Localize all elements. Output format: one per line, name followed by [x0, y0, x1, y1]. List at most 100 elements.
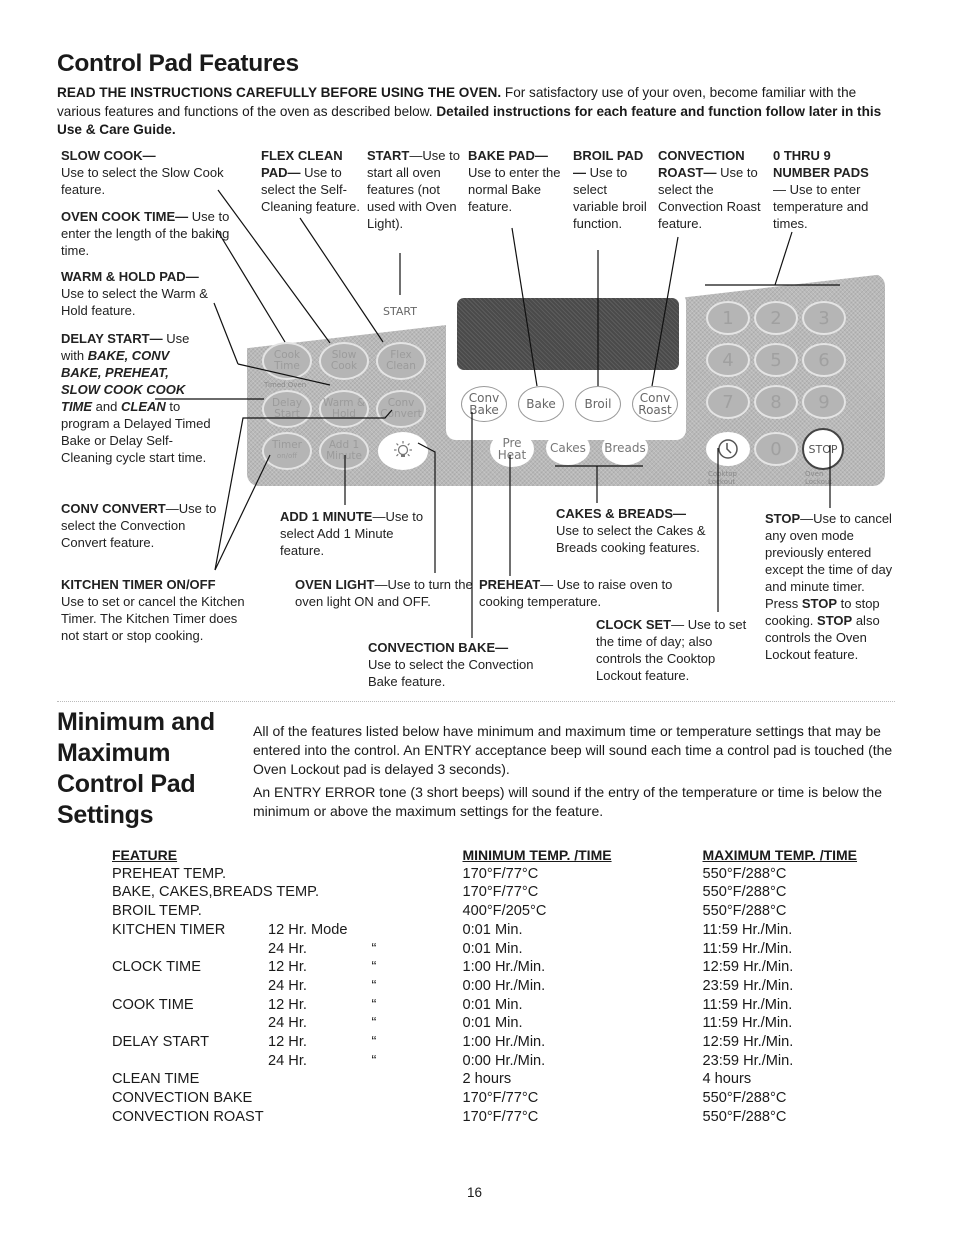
number-pad-4[interactable]: 4 — [706, 343, 750, 377]
table-row: CLOCK TIME 12 Hr. “ 1:00 Hr./Min. 12:59 Hr./… — [112, 958, 857, 977]
row-feature: COOK TIME — [112, 996, 194, 1013]
number-pad-6[interactable]: 6 — [802, 343, 846, 377]
row-mode — [268, 902, 348, 921]
table-row: PREHEAT TEMP. 170°F/77°C 550°F/288°C — [112, 865, 857, 884]
row-feature: CONVECTION ROAST — [112, 1108, 264, 1125]
warm-hold-pad[interactable]: Warm & Hold — [319, 390, 369, 428]
callout-title: CLOCK SET — [596, 617, 672, 632]
callout-title: OVEN LIGHT — [295, 577, 375, 592]
bake-pad[interactable]: Bake — [518, 386, 564, 422]
table-row: 24 Hr. “ 0:00 Hr./Min. 23:59 Hr./Min. — [112, 977, 857, 996]
callout-convection-roast: CONVECTION ROAST— Use to select the Conv… — [658, 147, 773, 232]
callout-cakes-breads: CAKES & BREADS— Use to select the Cakes &… — [556, 505, 716, 556]
number-pad-9[interactable]: 9 — [802, 385, 846, 419]
row-feature: PREHEAT TEMP. — [112, 865, 227, 882]
number-pad-5[interactable]: 5 — [754, 343, 798, 377]
add-1-minute-pad[interactable]: Add 1 Minute — [319, 432, 369, 470]
callout-emphasis: CLEAN — [120, 399, 166, 414]
row-minimum: 0:01 Min. — [462, 1015, 523, 1032]
callout-title: OVEN COOK TIME— — [61, 209, 189, 224]
row-maximum: 4 hours — [702, 1071, 752, 1088]
row-maximum: 550°F/288°C — [702, 1108, 787, 1125]
callout-desc: —Use — [409, 148, 446, 163]
callout-stop: STOP—Use to cancel any oven mode previou… — [765, 510, 895, 663]
callout-title: CONVECTION BAKE— — [368, 640, 509, 655]
cooktop-lockout-label: Cooktop Lockout — [708, 470, 737, 486]
clock-set-pad[interactable] — [706, 432, 750, 466]
row-ditto: “ — [371, 1015, 377, 1032]
leader-flex-clean — [299, 217, 384, 343]
row-minimum: 170°F/77°C — [462, 1108, 539, 1125]
row-mode: 24 Hr. — [268, 1052, 307, 1069]
cakes-pad[interactable]: Cakes — [546, 431, 590, 465]
cook-time-pad[interactable]: Cook Time — [262, 342, 312, 380]
conv-bake-pad[interactable]: Conv Bake — [461, 386, 507, 422]
number-pad-0[interactable]: 0 — [754, 432, 798, 466]
row-feature: CLOCK TIME — [112, 959, 201, 976]
timer-pad[interactable]: Timer on/off — [262, 432, 312, 470]
callout-oven-cook-time: OVEN COOK TIME— Use to enter the length … — [61, 208, 236, 259]
callout-slow-cook: SLOW COOK— Use to select the Slow Cook fe… — [61, 147, 251, 198]
header-maximum: MAXIMUM TEMP. /TIME — [702, 847, 858, 863]
table-row: CONVECTION BAKE 170°F/77°C 550°F/288°C — [112, 1089, 857, 1108]
row-mode: 24 Hr. — [268, 1015, 307, 1032]
callout-emphasis: STOP — [801, 596, 838, 611]
section-paragraph-2: An ENTRY ERROR tone (3 short beeps) will… — [253, 784, 882, 819]
conv-convert-pad[interactable]: Conv Convert — [376, 390, 426, 428]
conv-roast-pad[interactable]: Conv Roast — [632, 386, 678, 422]
broil-pad[interactable]: Broil — [575, 386, 621, 422]
row-ditto — [348, 865, 463, 884]
row-ditto: “ — [371, 977, 377, 994]
header-minimum: MINIMUM TEMP. /TIME — [462, 847, 612, 863]
section-divider — [57, 701, 895, 702]
number-pad-8[interactable]: 8 — [754, 385, 798, 419]
callout-title: DELAY START— — [61, 331, 163, 346]
callout-title: 0 THRU 9 NUMBER PADS — [773, 148, 869, 180]
header-feature: FEATURE — [112, 847, 178, 863]
row-ditto — [348, 921, 463, 940]
clock-icon — [718, 439, 738, 459]
row-mode: 24 Hr. — [268, 977, 307, 994]
row-minimum: 1:00 Hr./Min. — [462, 1034, 546, 1051]
leader-number-pads — [774, 231, 793, 286]
stop-pad[interactable]: STOP — [802, 428, 844, 470]
row-feature: DELAY START — [112, 1034, 210, 1051]
row-mode: 12 Hr. Mode — [268, 921, 348, 938]
row-ditto: “ — [371, 1034, 377, 1051]
row-mode: 24 Hr. — [268, 940, 307, 957]
oven-light-pad[interactable] — [378, 432, 428, 470]
row-feature: KITCHEN TIMER — [112, 921, 226, 938]
timer-pad-label: Timer — [271, 439, 302, 451]
callout-broil-pad: BROIL PAD— Use to select variable broil … — [573, 147, 655, 232]
table-row: 24 Hr. “ 0:01 Min. 11:59 Hr./Min. — [112, 1014, 857, 1033]
number-pad-3[interactable]: 3 — [802, 301, 846, 335]
table-row: 24 Hr. “ 0:00 Hr./Min. 23:59 Hr./Min. — [112, 1052, 857, 1071]
flex-clean-pad[interactable]: Flex Clean — [376, 342, 426, 380]
table-row: CONVECTION ROAST 170°F/77°C 550°F/288°C — [112, 1108, 857, 1127]
callout-title: START — [367, 148, 410, 163]
breads-pad[interactable]: Breads — [602, 431, 648, 465]
row-maximum: 11:59 Hr./Min. — [702, 1015, 793, 1032]
row-maximum: 11:59 Hr./Min. — [702, 940, 793, 957]
slow-cook-pad[interactable]: Slow Cook — [319, 342, 369, 380]
callout-start: START—Use to start all oven features (no… — [367, 147, 462, 232]
row-ditto: “ — [371, 940, 377, 957]
row-ditto: “ — [371, 996, 377, 1013]
callout-desc: Use to select the Cakes & Breads cooking… — [556, 523, 706, 555]
table-row: DELAY START 12 Hr. “ 1:00 Hr./Min. 12:59 Hr.… — [112, 1033, 857, 1052]
callout-desc: Use to select the Convection Bake featur… — [368, 657, 534, 689]
row-mode — [268, 865, 348, 884]
preheat-pad[interactable]: Pre Heat — [490, 431, 534, 467]
delay-start-pad[interactable]: Delay Start — [262, 390, 312, 428]
callout-title: SLOW COOK— — [61, 148, 156, 163]
row-feature — [112, 940, 268, 959]
start-pad[interactable]: START — [373, 295, 427, 327]
table-header-row: FEATURE MINIMUM TEMP. /TIME MAXIMUM TEMP… — [112, 846, 857, 865]
callout-conv-convert: CONV CONVERT—Use to select the Convectio… — [61, 500, 226, 551]
callout-bake-pad: BAKE PAD— Use to enter the normal Bake fe… — [468, 147, 568, 215]
number-pad-7[interactable]: 7 — [706, 385, 750, 419]
number-pad-1[interactable]: 1 — [706, 301, 750, 335]
intro-paragraph: READ THE INSTRUCTIONS CAREFULLY BEFORE U… — [57, 84, 887, 140]
callout-convection-bake: CONVECTION BAKE— Use to select the Convec… — [368, 639, 538, 690]
number-pad-2[interactable]: 2 — [754, 301, 798, 335]
